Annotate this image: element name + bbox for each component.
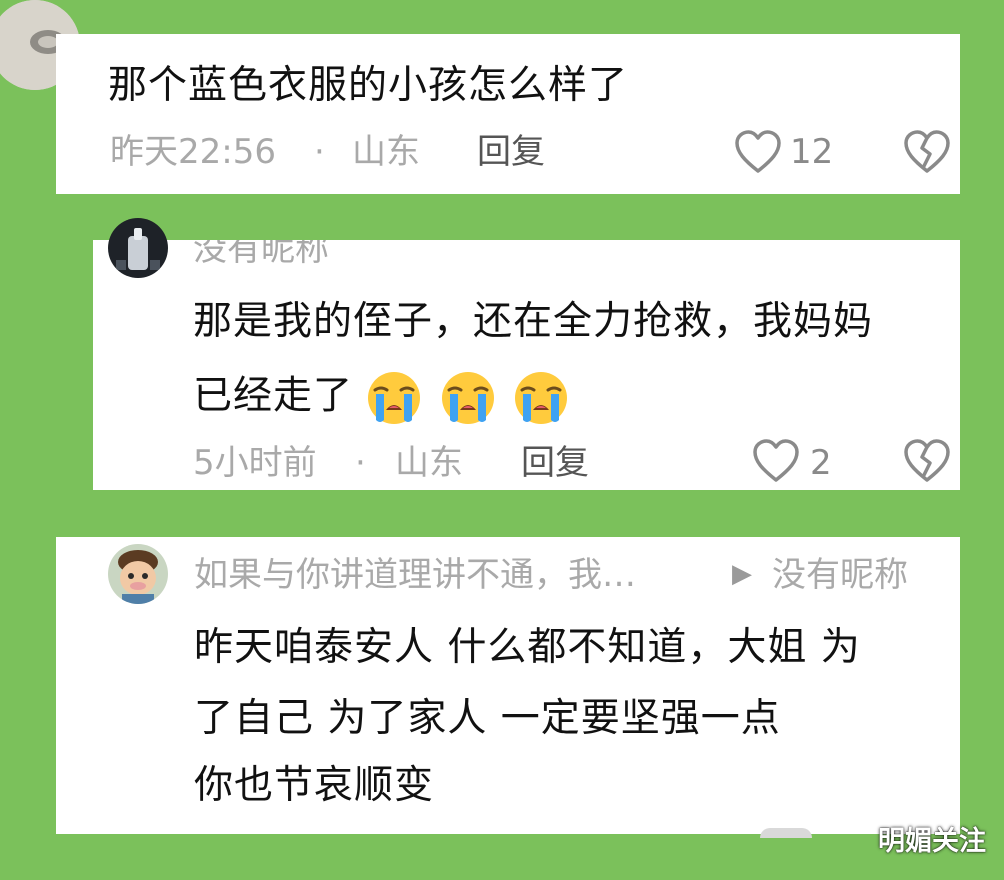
reply-to-username[interactable]: 没有昵称 <box>772 558 908 592</box>
broken-heart-icon[interactable] <box>903 130 951 174</box>
reply-arrow-icon: ▶ <box>732 559 752 589</box>
like-count: 12 <box>790 132 834 172</box>
like-count: 2 <box>810 443 832 483</box>
user-avatar[interactable] <box>108 218 168 278</box>
comment-username[interactable]: 如果与你讲道理讲不通，我… <box>194 558 636 592</box>
comment-time: 5小时前 <box>193 443 317 483</box>
comment-card: 没有昵称 那是我的侄子，还在全力抢救，我妈妈 已经走了 5小时前 · 山东 回复… <box>93 240 960 490</box>
loudly-crying-face-emoji <box>366 370 422 426</box>
comment-card: 如果与你讲道理讲不通，我… ▶ 没有昵称 昨天咱泰安人 什么都不知道，大姐 为 … <box>56 537 960 834</box>
comment-text: 那是我的侄子，还在全力抢救，我妈妈 <box>193 299 874 344</box>
watermark: 明媚关注 <box>878 826 986 857</box>
comment-text: 你也节哀顺变 <box>194 763 435 808</box>
loudly-crying-face-emoji <box>513 370 569 426</box>
heart-outline-icon[interactable] <box>760 828 812 838</box>
comment-location: 山东 <box>352 132 420 172</box>
comment-text: 已经走了 <box>193 373 354 419</box>
loudly-crying-face-emoji <box>440 370 496 426</box>
comment-text: 那个蓝色衣服的小孩怎么样了 <box>108 63 629 108</box>
heart-outline-icon[interactable] <box>734 130 782 174</box>
meta-separator: · <box>314 132 325 172</box>
reply-button[interactable]: 回复 <box>521 446 589 480</box>
comment-location: 山东 <box>395 443 463 483</box>
comment-card: 那个蓝色衣服的小孩怎么样了 昨天22:56 · 山东 回复 12 <box>56 34 960 194</box>
comment-text: 了自己 为了家人 一定要坚强一点 <box>194 696 781 741</box>
comment-text-line: 已经走了 <box>193 370 573 426</box>
comment-screenshot: 那个蓝色衣服的小孩怎么样了 昨天22:56 · 山东 回复 12 没有昵称 那是… <box>0 0 1004 880</box>
user-avatar[interactable] <box>108 544 168 604</box>
reply-button[interactable]: 回复 <box>477 135 545 169</box>
broken-heart-icon[interactable] <box>903 439 951 483</box>
comment-time: 昨天22:56 <box>110 132 276 172</box>
comment-text: 昨天咱泰安人 什么都不知道，大姐 为 <box>194 625 861 670</box>
meta-separator: · <box>355 443 366 483</box>
heart-outline-icon[interactable] <box>752 439 800 483</box>
comment-username[interactable]: 没有昵称 <box>193 240 329 266</box>
